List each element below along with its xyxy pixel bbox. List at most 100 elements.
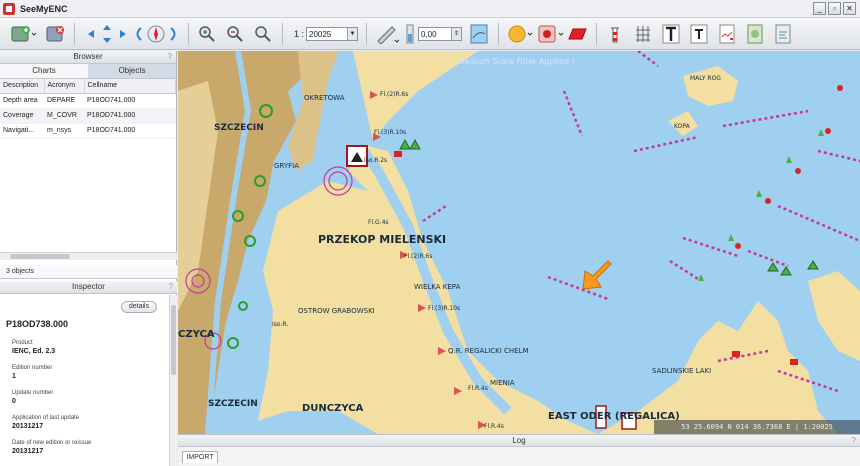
scrollbar-thumb[interactable]	[10, 254, 70, 259]
app-logo-icon	[3, 2, 15, 15]
text-small-icon	[690, 24, 708, 44]
pan-left-button[interactable]	[84, 24, 98, 44]
browser-help-icon[interactable]: ?	[168, 51, 172, 63]
cell-description: Depth area	[0, 93, 44, 109]
pan-right-button[interactable]	[116, 24, 130, 44]
zoom-in-icon	[199, 26, 215, 42]
table-row[interactable]: Depth area DEPARE P18OD741.000	[0, 93, 176, 109]
label-light: Fl.(3)R.10s	[428, 305, 461, 312]
label-gryfia: GRYFIA	[274, 162, 299, 170]
label-regalicki: Q.R. REGALICKI CHELM	[448, 347, 529, 355]
field-label: Date of new edition or reissue	[12, 440, 92, 446]
scale-30-button[interactable]	[772, 24, 794, 44]
label-light: Fl.(2)R.6s	[380, 91, 409, 98]
cell-acronym: m_nsys	[44, 123, 84, 139]
tab-objects[interactable]: Objects	[88, 64, 176, 78]
scrollbar-thumb[interactable]	[171, 305, 176, 375]
minimize-button[interactable]: _	[813, 2, 826, 15]
compass-icon	[147, 25, 165, 43]
details-button[interactable]: details	[121, 301, 157, 313]
title-bar: SeeMyENC _ ▫ ✕	[0, 0, 860, 18]
field-value: 20131217	[12, 423, 44, 430]
column-header-acronym[interactable]: Acronym	[44, 79, 85, 94]
field-value: IENC, Ed. 2.3	[12, 348, 56, 355]
arrow-right-icon	[120, 30, 126, 38]
soundings-button[interactable]	[716, 24, 738, 44]
field-new-edition: Date of new edition or reissue 20131217	[12, 440, 162, 465]
text-large-button[interactable]	[660, 24, 682, 44]
window-title: SeeMyENC	[20, 3, 68, 14]
field-label: Edition number	[12, 365, 53, 371]
window-controls: _ ▫ ✕	[813, 2, 856, 15]
tab-charts[interactable]: Charts	[0, 64, 88, 78]
grid-button[interactable]	[632, 24, 654, 44]
lights-button[interactable]	[604, 24, 626, 44]
lighthouse-icon	[611, 27, 619, 43]
rotate-left-button[interactable]	[132, 24, 144, 44]
scale-select[interactable]: 20025 ▼	[306, 27, 358, 41]
zoom-out-button[interactable]	[224, 24, 246, 44]
daymode-button[interactable]	[506, 24, 534, 44]
column-header-cellname[interactable]: Cellname	[84, 79, 176, 94]
chevron-down-icon: ▼	[347, 28, 357, 40]
remove-chart-button[interactable]	[44, 24, 66, 44]
tab-import[interactable]: IMPORT	[182, 451, 218, 463]
cell-description: Coverage	[0, 108, 44, 124]
arrow-updown-icon	[103, 25, 111, 43]
magnifier-icon	[255, 26, 271, 42]
ruler-icon	[377, 26, 399, 44]
object-count: 3 objects	[0, 265, 177, 279]
scale-value: 20025	[309, 29, 332, 39]
field-last-update: Application of last update 20131217	[12, 415, 162, 440]
zoom-fit-button[interactable]	[252, 24, 274, 44]
offset-spinbox[interactable]: 0,00 ⇕	[418, 27, 462, 41]
chart-map-view[interactable]: Medium Scale Filter Applied ! PRZEKOP MI…	[178, 51, 860, 434]
browser-header: Browser ?	[0, 51, 176, 64]
field-label: Application of last update	[12, 415, 80, 421]
scale-filter-banner: Medium Scale Filter Applied !	[458, 57, 575, 66]
chart-doc-icon	[719, 24, 735, 44]
nautical-pub-button[interactable]	[744, 24, 766, 44]
rotate-left-icon	[136, 27, 142, 41]
field-product: Product IENC, Ed. 2.3	[12, 340, 162, 365]
rotate-right-button[interactable]	[168, 24, 180, 44]
field-label: Product	[12, 340, 33, 346]
cell-acronym: DEPARE	[44, 93, 84, 109]
label-light: Fl.R.4s	[484, 423, 504, 430]
safety-contour-button[interactable]	[468, 24, 490, 44]
chart-canvas	[178, 51, 860, 434]
maximize-button[interactable]: ▫	[828, 2, 841, 15]
text-small-button[interactable]	[688, 24, 710, 44]
scale-prefix: 1 :	[294, 29, 305, 39]
table-row[interactable]: Coverage M_COVR P18OD741.000	[0, 108, 176, 124]
ruler-button[interactable]	[374, 24, 400, 44]
field-edition: Edition number 1	[12, 365, 162, 390]
horizontal-scrollbar[interactable]	[0, 252, 177, 260]
close-button[interactable]: ✕	[843, 2, 856, 15]
area-button[interactable]	[566, 24, 588, 44]
label-sadlinskie: SADLINSKIE LAKI	[652, 367, 712, 375]
pan-updown-button[interactable]	[100, 24, 114, 44]
compass-button[interactable]	[146, 24, 166, 44]
zoom-in-button[interactable]	[196, 24, 218, 44]
label-wielka-kepa: WIELKA KEPA	[414, 283, 461, 291]
objects-table: Description Acronym Cellname Depth area …	[0, 79, 176, 139]
vertical-scrollbar[interactable]	[169, 295, 177, 466]
inspector-help-icon[interactable]: ?	[169, 281, 173, 293]
log-help-icon[interactable]: ?	[852, 435, 856, 446]
inspector-panel: Inspector ? details P18OD738.000 Product…	[0, 281, 177, 466]
field-update: Update number 0	[12, 390, 162, 415]
field-value: 1	[12, 373, 16, 380]
sun-icon	[508, 25, 533, 43]
column-header-description[interactable]: Description	[0, 79, 45, 94]
log-title: Log	[512, 436, 526, 445]
arrow-left-icon	[88, 30, 94, 38]
label-przekop: PRZEKOP MIELENSKI	[318, 233, 447, 246]
palette-button[interactable]	[538, 24, 564, 44]
open-chart-button[interactable]	[8, 24, 38, 44]
table-row[interactable]: Navigati... m_nsys P18OD741.000	[0, 123, 176, 139]
label-kopa: KOPA	[674, 123, 690, 130]
zoom-out-icon	[227, 26, 243, 42]
label-light: Fl.R.4s	[468, 385, 488, 392]
inspector-title: Inspector	[72, 282, 105, 291]
